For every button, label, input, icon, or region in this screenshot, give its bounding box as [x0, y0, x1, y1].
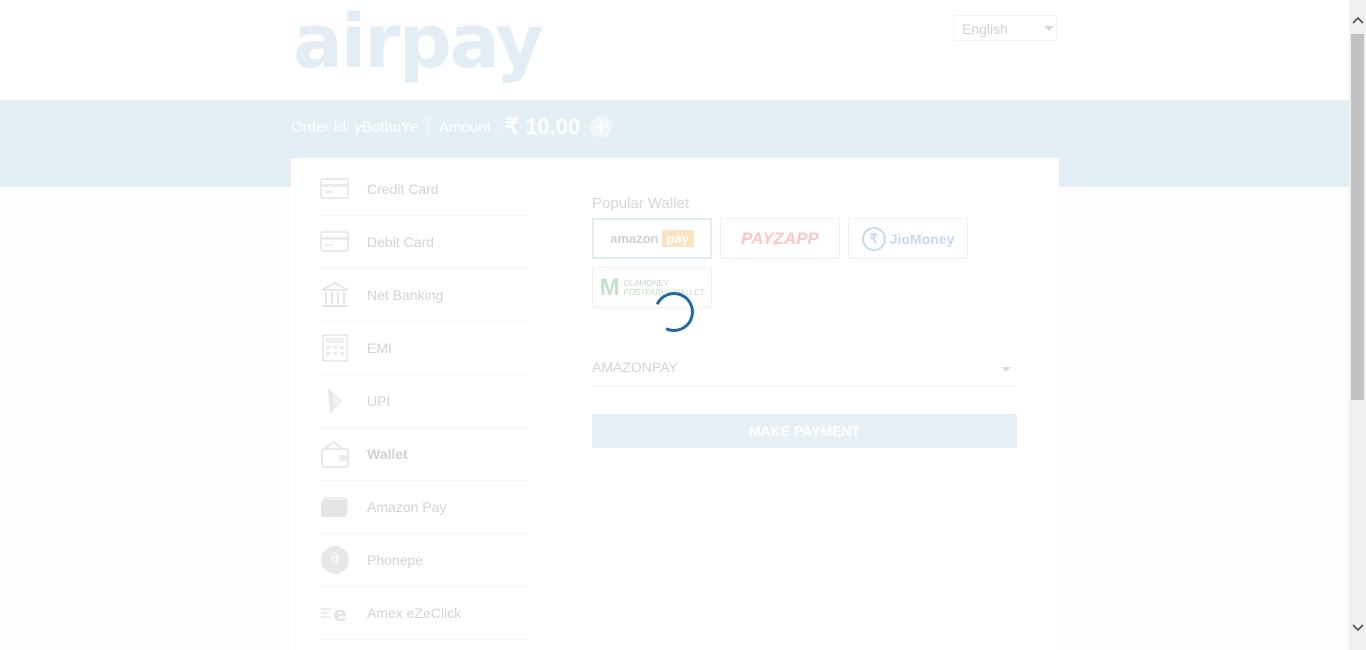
amount-label: Amount : — [439, 118, 500, 136]
sidebar-item-debit-card[interactable]: Debit Card — [319, 216, 529, 269]
sidebar-item-label: Debit Card — [367, 234, 434, 250]
credit-card-icon — [320, 174, 350, 204]
language-select[interactable]: English — [953, 15, 1057, 41]
sidebar-item-label: EMI — [367, 340, 392, 356]
sidebar-item-label: Phonepe — [367, 552, 424, 568]
svg-text:e: e — [333, 602, 347, 625]
amazon-pay-logo-badge: pay — [661, 230, 694, 247]
chevron-down-icon — [1001, 367, 1011, 372]
upi-icon — [320, 386, 350, 416]
sidebar-item-label: Wallet — [367, 446, 408, 462]
header: airpay English — [0, 0, 1349, 100]
wallet-tile-amazon-pay[interactable]: amazon pay — [592, 218, 712, 259]
rupee-coin-icon: ₹ — [861, 226, 886, 251]
vertical-scrollbar[interactable] — [1349, 0, 1366, 650]
order-summary: Order Id: yBotboYe Amount : ₹ 10.00 — [291, 113, 613, 141]
olamoney-mark: M — [599, 273, 620, 301]
sidebar-item-wallet[interactable]: Wallet — [319, 428, 529, 481]
amazon-pay-card-icon — [320, 492, 350, 522]
sidebar-item-label: Net Banking — [367, 287, 444, 303]
wallet-icon — [320, 439, 350, 469]
sidebar-item-label: UPI — [367, 393, 391, 409]
wallet-tile-payzapp[interactable]: PAYZAPP — [720, 218, 840, 259]
sidebar-item-net-banking[interactable]: Net Banking — [319, 269, 529, 322]
wallet-grid: amazon pay PAYZAPP ₹ JioMoney M OLAMONEY PO… — [592, 218, 972, 308]
popular-wallet-heading: Popular Wallet — [592, 195, 689, 212]
jiomoney-logo-text: JioMoney — [889, 230, 955, 247]
payment-card: Credit Card Debit Card Net Banking EMI U… — [291, 158, 1059, 650]
amazon-pay-logo-text: amazon — [610, 231, 659, 246]
scroll-down-icon[interactable] — [1349, 620, 1366, 637]
sidebar-item-label: Amex eZeClick — [367, 605, 462, 621]
language-select-value: English — [962, 21, 1008, 37]
olamoney-name: OLAMONEY — [623, 278, 669, 288]
airpay-logo: airpay — [293, 0, 544, 85]
sidebar-item-amazon-pay[interactable]: Amazon Pay — [319, 481, 529, 534]
jiomoney-logo: ₹ JioMoney — [861, 226, 955, 251]
amount-value: ₹ 10.00 — [505, 114, 581, 139]
calculator-icon — [320, 333, 350, 363]
wallet-tile-jiomoney[interactable]: ₹ JioMoney — [848, 218, 968, 259]
wallet-select[interactable]: AMAZONPAY — [592, 355, 1017, 387]
amex-ezeclick-icon: e — [320, 598, 350, 628]
order-id: Order Id: yBotboYe — [291, 118, 419, 136]
sidebar-item-credit-card[interactable]: Credit Card — [319, 163, 529, 216]
sidebar-item-upi[interactable]: UPI — [319, 375, 529, 428]
sidebar-item-emi[interactable]: EMI — [319, 322, 529, 375]
sidebar-item-label: Amazon Pay — [367, 499, 447, 515]
wallet-select-value: AMAZONPAY — [592, 359, 678, 375]
sidebar-item-label: Credit Card — [367, 181, 439, 197]
bank-icon — [320, 280, 350, 310]
sidebar-item-amex-ezeclick[interactable]: e Amex eZeClick — [319, 587, 529, 640]
amazon-pay-logo: amazon pay — [610, 230, 694, 247]
scroll-up-icon[interactable] — [1349, 12, 1366, 29]
payment-method-menu: Credit Card Debit Card Net Banking EMI U… — [319, 163, 529, 640]
wallet-panel: Popular Wallet amazon pay PAYZAPP ₹ JioMon… — [592, 195, 1017, 448]
debit-card-icon — [320, 227, 350, 257]
divider — [428, 117, 430, 137]
chevron-down-icon — [1044, 26, 1054, 31]
phonepe-icon: पे — [320, 545, 350, 575]
scrollbar-thumb[interactable] — [1351, 34, 1364, 400]
svg-text:पे: पे — [331, 552, 340, 569]
sidebar-item-phonepe[interactable]: पे Phonepe — [319, 534, 529, 587]
wallet-tile-olamoney[interactable]: M OLAMONEY POSTPAID + WALLET — [592, 267, 712, 308]
make-payment-button[interactable]: MAKE PAYMENT — [592, 414, 1017, 448]
payzapp-logo: PAYZAPP — [741, 228, 819, 248]
plus-icon[interactable] — [590, 116, 613, 138]
